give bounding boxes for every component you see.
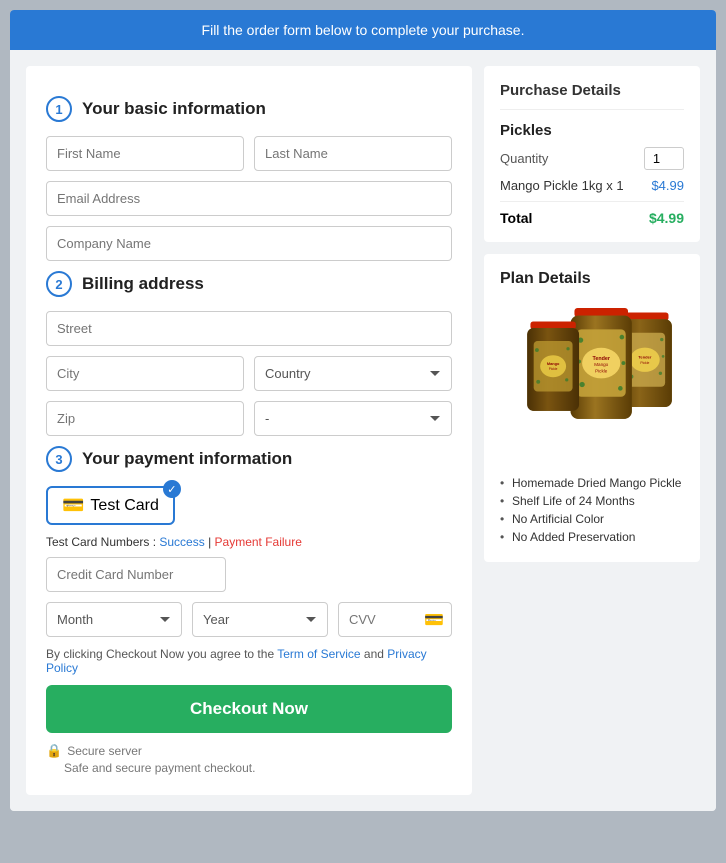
right-panel: Purchase Details Pickles Quantity Mango … [484,66,700,795]
svg-text:Pickle: Pickle [549,367,558,371]
product-name: Mango Pickle 1kg x 1 [500,178,624,193]
card-label: Test Card [90,497,158,515]
state-select[interactable]: - California New York Texas [254,401,452,436]
failure-link[interactable]: Payment Failure [215,535,302,549]
cvv-wrapper: 💳 [338,602,452,637]
main-content: 1 Your basic information 2 Billing addre… [10,50,716,811]
country-select[interactable]: Country United States United Kingdom Can… [254,356,452,391]
plan-features: Homemade Dried Mango Pickle Shelf Life o… [500,474,684,546]
company-row [46,226,452,261]
section2-title: Billing address [82,274,204,294]
month-select[interactable]: Month 01 02 03 04 05 06 07 08 09 10 11 1… [46,602,182,637]
purchase-box: Purchase Details Pickles Quantity Mango … [484,66,700,242]
first-name-input[interactable] [46,136,244,171]
svg-text:Pickle: Pickle [640,361,649,365]
street-row [46,311,452,346]
expiry-cvv-row: Month 01 02 03 04 05 06 07 08 09 10 11 1… [46,602,452,637]
top-banner: Fill the order form below to complete yo… [10,10,716,50]
terms-prefix: By clicking Checkout Now you agree to th… [46,647,277,661]
company-input[interactable] [46,226,452,261]
section1-number: 1 [46,96,72,122]
section3-number: 3 [46,446,72,472]
success-link[interactable]: Success [159,535,204,549]
left-panel: 1 Your basic information 2 Billing addre… [26,66,472,795]
cvv-card-icon: 💳 [424,610,444,630]
total-price: $4.99 [649,210,684,226]
terms-conjunction: and [361,647,388,661]
total-row: Total $4.99 [500,210,684,226]
section3-title: Your payment information [82,449,292,469]
card-number-row [46,557,452,592]
tos-link[interactable]: Term of Service [277,647,360,661]
city-country-row: Country United States United Kingdom Can… [46,356,452,391]
card-icon: 💳 [62,495,84,516]
terms-text: By clicking Checkout Now you agree to th… [46,647,452,675]
feature-1: Homemade Dried Mango Pickle [500,474,684,492]
name-row [46,136,452,171]
quantity-label: Quantity [500,151,548,166]
lock-icon: 🔒 [46,743,62,759]
email-row [46,181,452,216]
test-numbers-label: Test Card Numbers : [46,535,159,549]
secure-text-block: 🔒 Secure server Safe and secure payment … [46,743,452,775]
section3-header: 3 Your payment information [46,446,452,472]
zip-input[interactable] [46,401,244,436]
banner-text: Fill the order form below to complete yo… [202,22,525,38]
page-wrapper: Fill the order form below to complete yo… [10,10,716,811]
payment-check: ✓ [163,480,181,498]
pickle-image: Tender Pickle [502,300,682,460]
quantity-row: Quantity [500,147,684,170]
feature-3: No Artificial Color [500,510,684,528]
svg-text:Pickle: Pickle [595,368,608,373]
svg-text:Mango: Mango [547,361,560,366]
product-price: $4.99 [651,178,684,193]
section2-header: 2 Billing address [46,271,452,297]
test-card-option[interactable]: 💳 Test Card ✓ [46,486,175,525]
feature-4: No Added Preservation [500,528,684,546]
email-input[interactable] [46,181,452,216]
secure-label: Secure server [67,744,142,758]
section1-title: Your basic information [82,99,266,119]
svg-text:Tender: Tender [638,354,652,359]
zip-state-row: - California New York Texas [46,401,452,436]
checkout-button[interactable]: Checkout Now [46,685,452,733]
total-label: Total [500,210,532,226]
last-name-input[interactable] [254,136,452,171]
svg-text:Mango: Mango [594,362,608,367]
purchase-title: Purchase Details [500,82,684,110]
section2-number: 2 [46,271,72,297]
section1-header: 1 Your basic information [46,96,452,122]
plan-box: Plan Details Tender Pickle [484,254,700,562]
city-input[interactable] [46,356,244,391]
card-number-input[interactable] [46,557,226,592]
pickle-image-container: Tender Pickle [500,300,684,460]
secure-line: 🔒 Secure server [46,743,452,759]
safe-label: Safe and secure payment checkout. [46,761,452,775]
test-card-info: Test Card Numbers : Success | Payment Fa… [46,535,452,549]
svg-text:Tender: Tender [593,356,610,362]
feature-2: Shelf Life of 24 Months [500,492,684,510]
quantity-input[interactable] [644,147,684,170]
product-category: Pickles [500,122,684,139]
street-input[interactable] [46,311,452,346]
product-row: Mango Pickle 1kg x 1 $4.99 [500,178,684,202]
year-select[interactable]: Year 2024 2025 2026 2027 2028 [192,602,328,637]
plan-title: Plan Details [500,270,684,288]
